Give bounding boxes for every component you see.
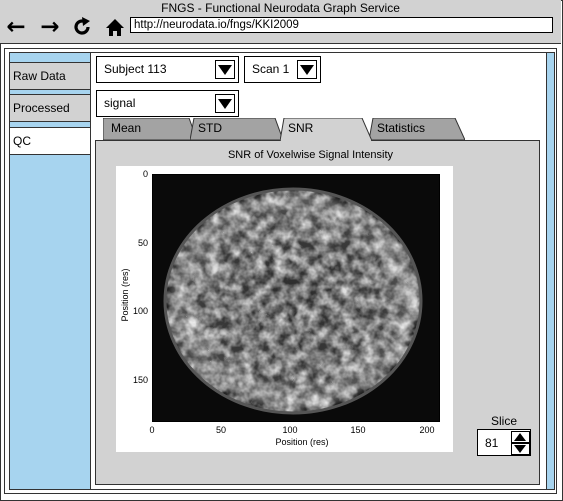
x-tick-label: 0: [149, 425, 155, 435]
sidebar-item-raw-data[interactable]: Raw Data: [9, 62, 91, 90]
tab-statistics[interactable]: Statistics: [369, 118, 465, 140]
right-edge-strip: [547, 52, 555, 490]
measure-select[interactable]: signal: [96, 90, 239, 117]
reload-icon[interactable]: [70, 14, 94, 40]
chevron-down-icon[interactable]: [215, 60, 235, 79]
scan-select-value: Scan 1: [252, 62, 290, 76]
y-tick-label: 50: [137, 238, 148, 248]
plot-title: SNR of Voxelwise Signal Intensity: [227, 149, 394, 161]
x-tick-label: 100: [282, 425, 298, 435]
url-input[interactable]: http://neurodata.io/fngs/KKI2009: [130, 17, 553, 33]
sidebar-item-processed[interactable]: Processed: [9, 94, 91, 122]
subject-select-value: Subject 113: [104, 62, 167, 76]
y-tick-label: 150: [132, 375, 148, 385]
x-tick-label: 50: [215, 425, 226, 435]
chevron-down-icon[interactable]: [215, 94, 235, 113]
tab-mean[interactable]: Mean: [103, 118, 197, 140]
home-icon[interactable]: [103, 14, 127, 40]
tab-snr[interactable]: SNR: [280, 118, 372, 141]
scan-select[interactable]: Scan 1: [244, 56, 321, 83]
y-tick-label: 100: [132, 306, 148, 316]
browser-toolbar: FNGS - Functional Neurodata Graph Servic…: [0, 0, 561, 44]
tab-std[interactable]: STD: [190, 118, 283, 140]
arrow-left-icon[interactable]: ←: [4, 14, 28, 40]
y-axis-label: Position (res): [120, 268, 130, 322]
tab-label: Statistics: [377, 121, 426, 135]
y-tick-label: 0: [142, 169, 148, 179]
arrow-right-icon[interactable]: →: [38, 14, 62, 40]
chevron-down-icon[interactable]: [511, 443, 530, 455]
subject-select[interactable]: Subject 113: [96, 56, 239, 83]
x-tick-label: 200: [419, 425, 435, 435]
tab-label: SNR: [288, 121, 314, 135]
tab-label: Mean: [111, 121, 142, 135]
slice-value[interactable]: 81: [485, 436, 498, 450]
sidebar-item-qc[interactable]: QC: [9, 127, 90, 155]
slice-label: Slice: [490, 414, 517, 428]
snr-brain-image: [152, 174, 440, 422]
measure-select-value: signal: [104, 96, 136, 110]
x-tick-label: 150: [350, 425, 366, 435]
chevron-up-icon[interactable]: [511, 431, 530, 443]
x-axis-label: Position (res): [275, 437, 329, 447]
chevron-down-icon[interactable]: [297, 60, 317, 79]
slice-stepper[interactable]: 81: [477, 429, 531, 456]
tab-label: STD: [198, 121, 222, 135]
window-title: FNGS - Functional Neurodata Graph Servic…: [161, 1, 400, 15]
